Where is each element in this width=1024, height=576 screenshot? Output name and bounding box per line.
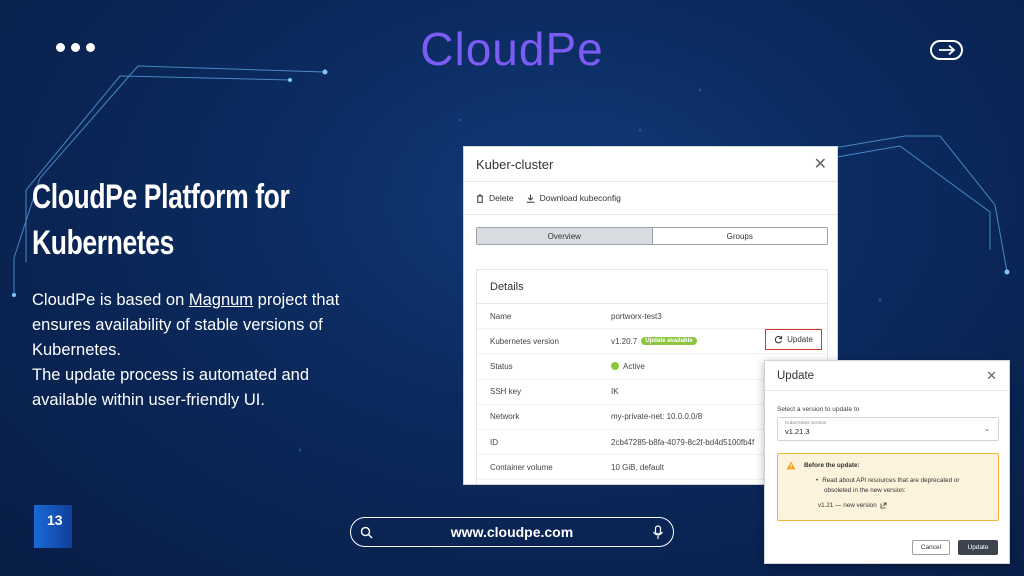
body-text-part: project that: [253, 291, 340, 309]
panel-tabs: Overview Groups: [476, 227, 828, 245]
detail-value: 10 GiB, default: [611, 462, 664, 472]
update-dialog: Update ✕ Select a version to update to K…: [764, 360, 1010, 564]
field-label: Kubernetes version: [785, 421, 827, 426]
download-kubeconfig-button[interactable]: Download kubeconfig: [526, 193, 621, 203]
field-value: v1.21.3: [785, 427, 810, 436]
detail-value: IK: [611, 387, 619, 397]
detail-key: Kubernetes version: [490, 336, 559, 346]
detail-value: v1.20.7: [611, 336, 638, 346]
select-version-label: Select a version to update to: [777, 406, 860, 413]
update-available-badge: Update available: [641, 337, 697, 346]
title-line-1: CloudPe Platform for: [32, 178, 290, 216]
page-number: 13: [34, 505, 72, 548]
detail-key: Container volume: [490, 462, 553, 472]
dialog-title: Update: [777, 369, 815, 382]
warning-text: obsoleted in the new version:: [824, 487, 906, 494]
slide-title: CloudPe Platform for Kubernetes: [32, 174, 297, 266]
warning-icon: [786, 461, 796, 470]
close-icon[interactable]: ✕: [814, 154, 827, 174]
tab-groups[interactable]: Groups: [653, 228, 828, 244]
trash-icon: [477, 194, 483, 203]
chevron-down-icon: ⌄: [984, 426, 990, 433]
dialog-buttons: Cancel Update: [912, 540, 998, 555]
update-button-label: Update: [787, 335, 813, 344]
warning-text: Read about API resources that are deprec…: [822, 477, 960, 484]
status-active-icon: [611, 362, 619, 371]
download-label: Download kubeconfig: [539, 193, 621, 203]
detail-key: Name: [490, 311, 512, 321]
body-line: The update process is automated and: [32, 366, 310, 384]
delete-button[interactable]: Delete: [476, 193, 514, 203]
body-text-part: CloudPe is based on: [32, 291, 189, 309]
new-version-link-label: v1.21 — new version: [818, 502, 877, 509]
detail-value: portworx-test3: [611, 311, 662, 321]
details-title: Details: [477, 270, 827, 304]
detail-row: Name portworx-test3: [477, 304, 827, 330]
brand-logo: CloudPe: [420, 23, 604, 75]
detail-key: ID: [490, 437, 498, 447]
dialog-close-icon[interactable]: ✕: [986, 368, 997, 384]
kubernetes-version-select[interactable]: Kubernetes version v1.21.3 ⌄: [777, 417, 999, 441]
tab-overview[interactable]: Overview: [477, 228, 653, 244]
search-bar[interactable]: www.cloudpe.com: [350, 517, 674, 547]
dialog-header: Update ✕: [765, 361, 1009, 391]
next-arrow-button[interactable]: [930, 40, 963, 60]
refresh-icon: [774, 336, 783, 344]
panel-toolbar: Delete Download kubeconfig: [464, 182, 837, 215]
detail-value: Active: [623, 361, 645, 371]
warning-title: Before the update:: [804, 462, 860, 469]
website-url: www.cloudpe.com: [450, 524, 574, 540]
microphone-icon: [643, 524, 673, 540]
search-icon: [351, 526, 381, 539]
detail-value: 2cb47285-b8fa-4079-8c2f-bd4d5100fb4f: [611, 437, 755, 447]
title-line-2: Kubernetes: [32, 224, 175, 262]
body-line: Kubernetes.: [32, 341, 121, 359]
body-line: ensures availability of stable versions …: [32, 316, 323, 334]
confirm-update-button[interactable]: Update: [958, 540, 998, 555]
detail-key: Network: [490, 412, 520, 422]
body-line: available within user-friendly UI.: [32, 391, 265, 409]
panel-title: Kuber-cluster: [476, 156, 554, 172]
delete-label: Delete: [489, 193, 514, 203]
arrow-right-icon: [938, 44, 955, 56]
download-icon: [526, 194, 534, 203]
warning-box: Before the update: • Read about API resou…: [777, 453, 999, 521]
cancel-button[interactable]: Cancel: [912, 540, 950, 555]
slide-body: CloudPe is based on Magnum project that …: [32, 288, 432, 413]
panel-header: Kuber-cluster ✕: [464, 147, 837, 182]
update-version-button[interactable]: Update: [765, 329, 822, 350]
new-version-link[interactable]: v1.21 — new version: [786, 502, 990, 509]
detail-value: my-private-net: 10.0.0.0/8: [611, 412, 703, 422]
detail-key: SSH key: [490, 387, 522, 397]
magnum-link[interactable]: Magnum: [189, 291, 253, 309]
external-link-icon: [880, 502, 887, 509]
detail-key: Status: [490, 361, 513, 371]
